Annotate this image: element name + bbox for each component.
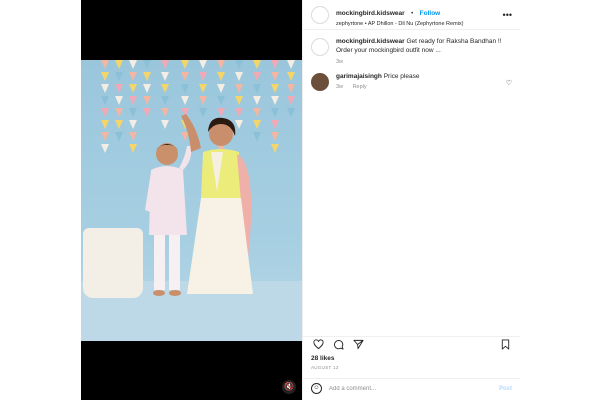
post-side-panel: mockingbird.kidswear • Follow zephyrtone…: [302, 0, 520, 400]
comment-text: Price please: [383, 72, 420, 80]
paper-garland: [199, 60, 207, 120]
caption-text-line: mockingbird.kidswear Get ready for Raksh…: [336, 38, 512, 56]
paper-garland: [101, 60, 109, 156]
caption-age: 3w: [336, 58, 344, 65]
author-avatar[interactable]: [311, 5, 329, 24]
post-date: AUGUST 12: [311, 365, 339, 370]
comment-text-line: garimajaisingh Price please: [336, 73, 500, 82]
paper-garland: [271, 60, 279, 156]
heart-outline-icon[interactable]: ♡: [506, 79, 512, 91]
comment-username[interactable]: garimajaisingh: [336, 73, 382, 80]
speaker-muted-icon[interactable]: 🔇: [282, 380, 296, 394]
knit-throw: [83, 228, 143, 298]
post-caption: mockingbird.kidswear Get ready for Raksh…: [303, 30, 520, 65]
heart-icon[interactable]: [311, 338, 325, 352]
bookmark-icon[interactable]: [498, 338, 512, 352]
paper-garland: [161, 60, 169, 132]
post-actions: [303, 336, 520, 352]
reply-button[interactable]: Reply: [353, 84, 367, 90]
audio-track[interactable]: zephyrtone • AP Dhillon - Dil Nu (Zephyr…: [336, 21, 503, 28]
likes-count[interactable]: 28 likes: [311, 355, 335, 362]
post-dialog: 🔇 mockingbird.kidswear • Follow zephyrto…: [81, 0, 520, 400]
caption-body: mockingbird.kidswear Get ready for Raksh…: [336, 38, 512, 65]
paper-plane-icon[interactable]: [351, 338, 365, 352]
paper-garland: [143, 60, 151, 120]
comment-age: 3w: [336, 84, 344, 91]
post-comment-button[interactable]: Post: [499, 386, 512, 392]
post-header-text: mockingbird.kidswear • Follow zephyrtone…: [336, 1, 503, 28]
post-photo: [81, 60, 302, 341]
more-options-icon[interactable]: •••: [503, 10, 512, 20]
caption-username[interactable]: mockingbird.kidswear: [336, 38, 405, 45]
paper-garland: [129, 60, 137, 156]
caption-meta: 3w: [336, 59, 512, 65]
commenter-avatar[interactable]: [311, 72, 329, 91]
paper-garland: [115, 60, 123, 144]
comment-icon[interactable]: [331, 338, 345, 352]
smiley-icon[interactable]: ☺: [311, 383, 322, 394]
girl-figure: [181, 114, 253, 294]
add-comment-input[interactable]: [329, 385, 499, 392]
author-username[interactable]: mockingbird.kidswear: [336, 10, 405, 17]
comment-item: garimajaisingh Price please 3w Reply ♡: [303, 65, 520, 91]
add-comment-bar: ☺ Post: [303, 378, 520, 398]
comment-body: garimajaisingh Price please 3w Reply: [336, 73, 500, 91]
follow-button[interactable]: Follow: [420, 10, 441, 17]
comment-meta: 3w Reply: [336, 84, 500, 90]
separator-dot: •: [411, 11, 414, 18]
post-media[interactable]: 🔇: [81, 0, 302, 400]
caption-avatar[interactable]: [311, 38, 329, 56]
post-header: mockingbird.kidswear • Follow zephyrtone…: [303, 0, 520, 30]
paper-garland: [287, 60, 295, 120]
